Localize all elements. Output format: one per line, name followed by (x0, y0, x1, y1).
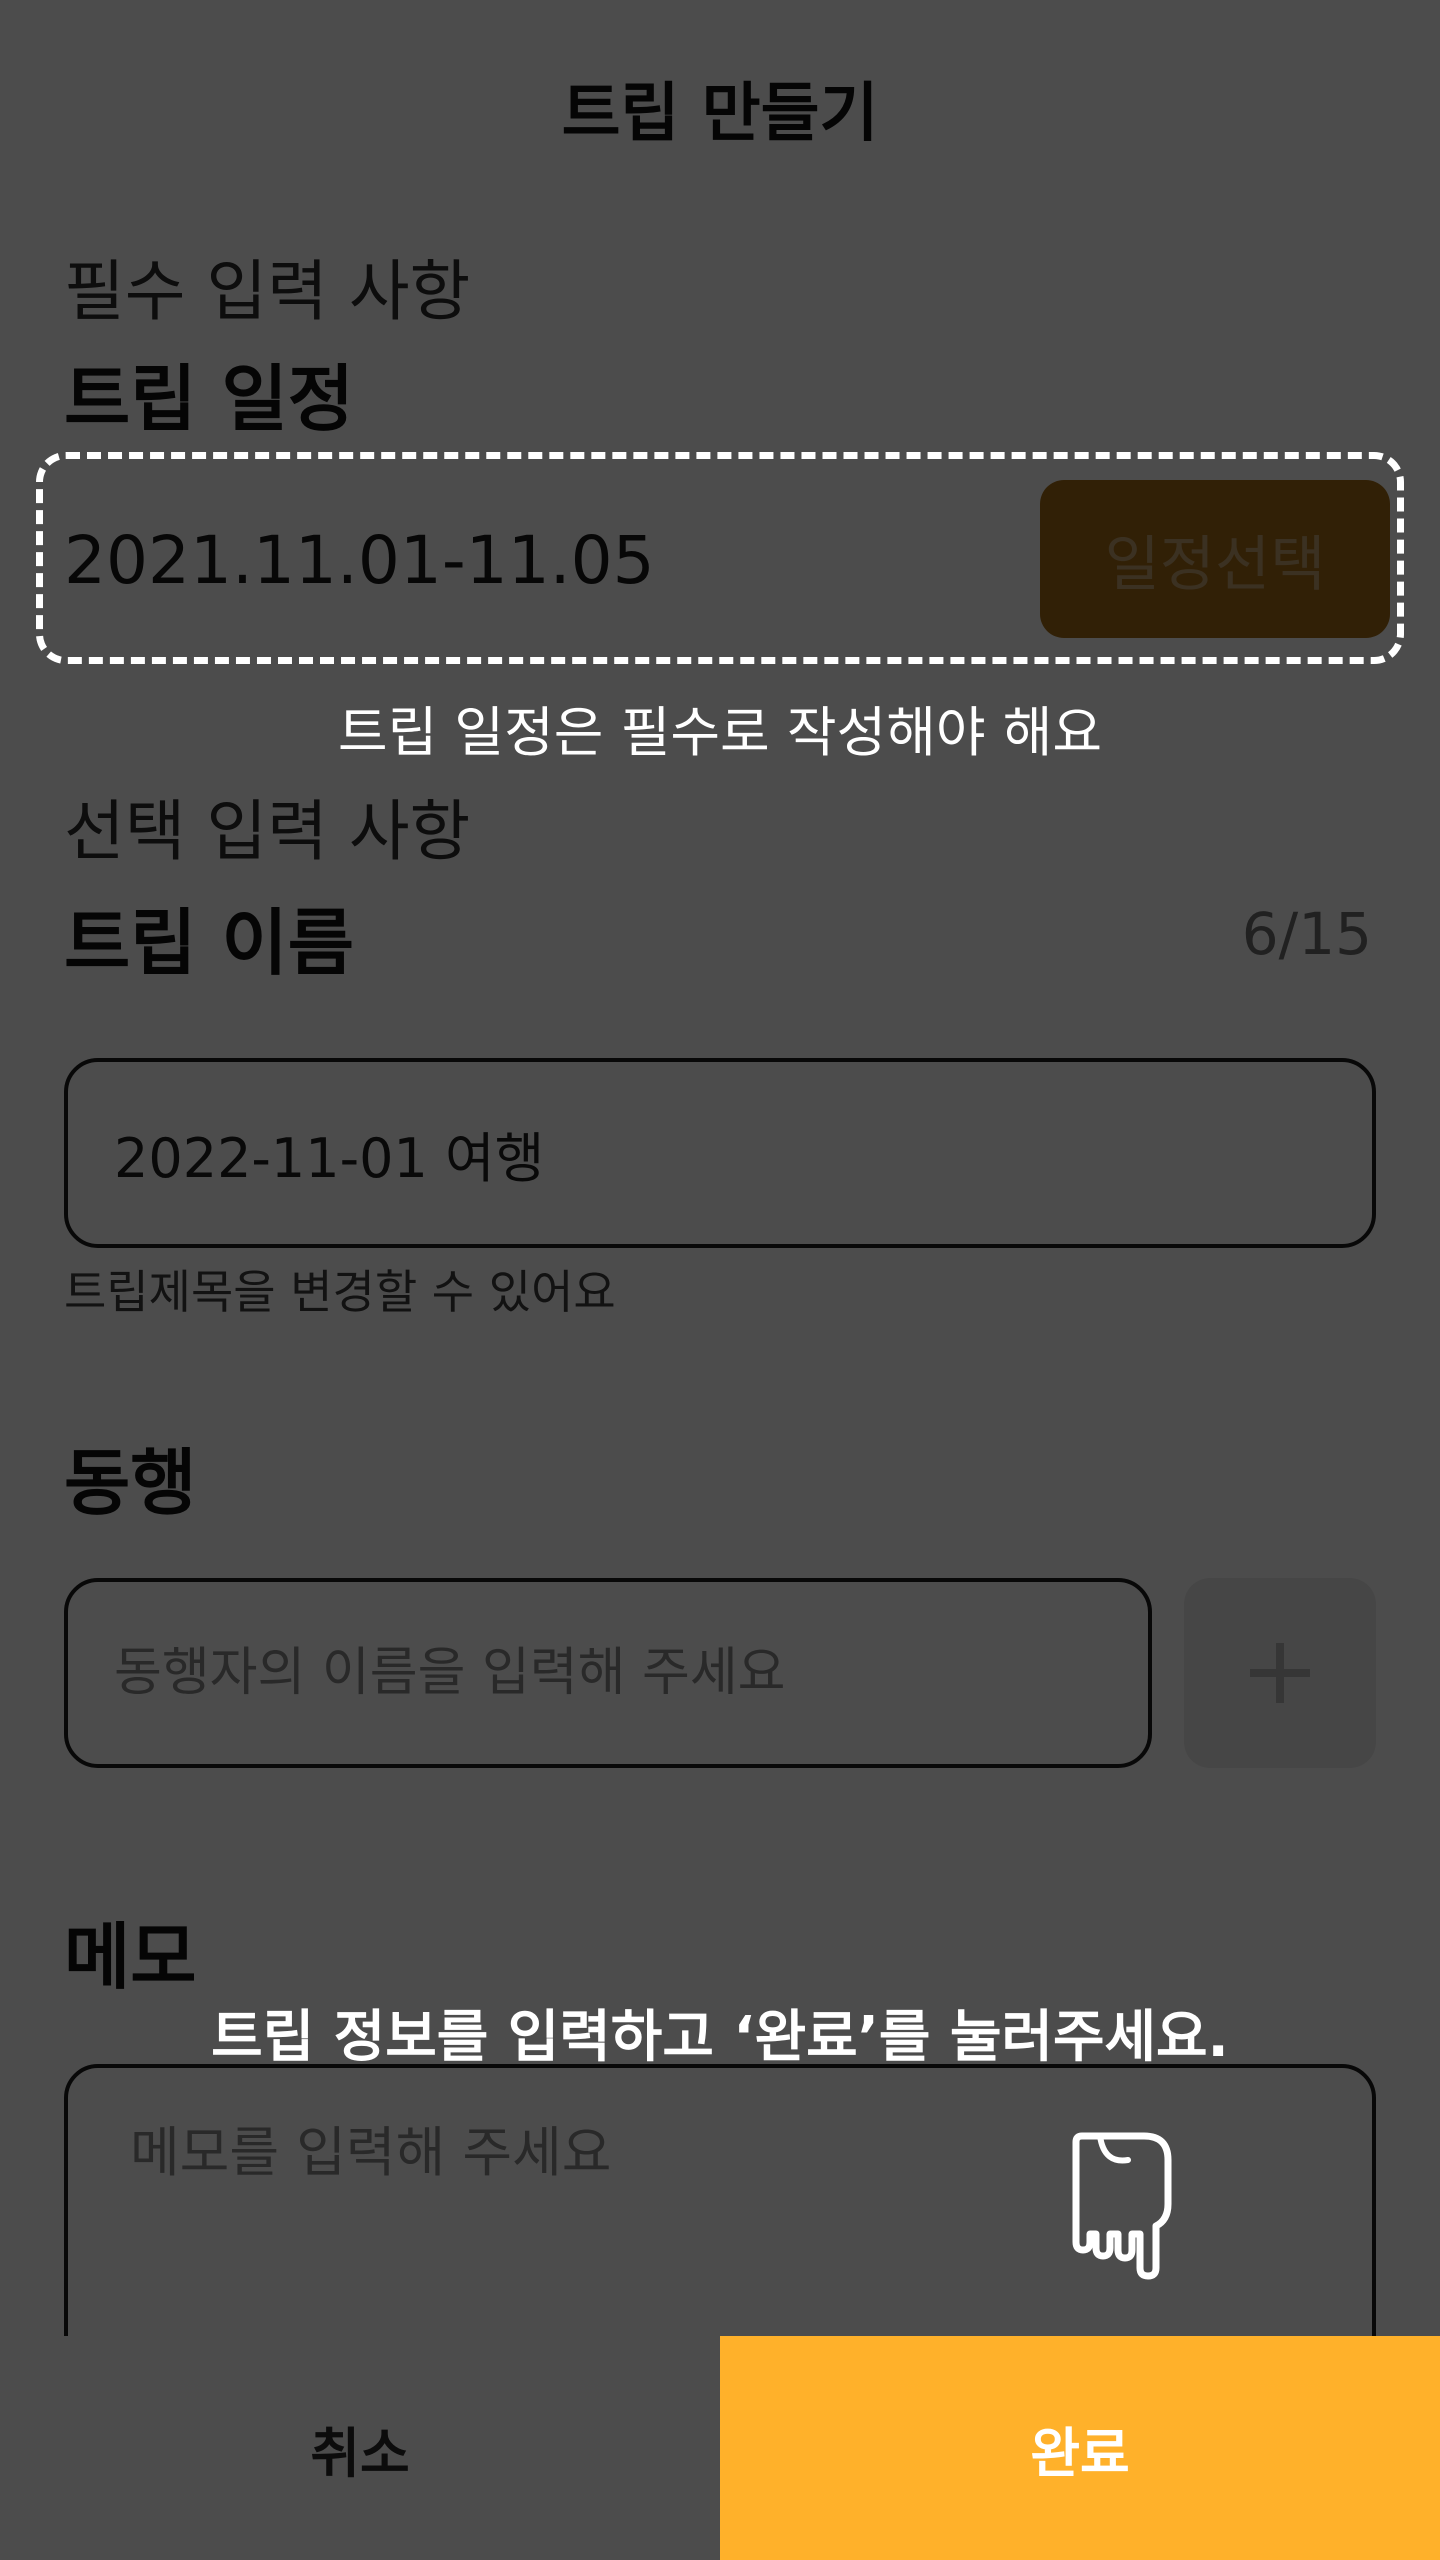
trip-schedule-heading: 트립 일정 (64, 357, 355, 441)
select-schedule-button[interactable]: 일정선택 (1040, 480, 1390, 638)
complete-instruction-coach-text: 트립 정보를 입력하고 ‘완료’를 눌러주세요. (211, 2005, 1229, 2070)
companion-heading: 동행 (64, 1441, 197, 1525)
trip-create-screen: 트립 만들기 필수 입력 사항 트립 일정 2021.11.01-11.05 일… (0, 0, 1440, 2560)
trip-date-range: 2021.11.01-11.05 (64, 522, 655, 599)
companion-name-input[interactable] (64, 1578, 1152, 1768)
add-companion-button[interactable] (1184, 1578, 1376, 1768)
schedule-required-coach-text: 트립 일정은 필수로 작성해야 해요 (337, 701, 1103, 764)
done-button[interactable]: 완료 (720, 2336, 1440, 2560)
cancel-button[interactable]: 취소 (0, 2336, 720, 2560)
trip-schedule-row: 2021.11.01-11.05 일정선택 (36, 452, 1404, 664)
trip-name-char-counter: 6/15 (1241, 900, 1372, 968)
pointing-hand-icon (1072, 2132, 1172, 2280)
memo-heading: 메모 (64, 1915, 197, 1999)
optional-section-caption: 선택 입력 사항 (64, 793, 471, 870)
plus-icon (1250, 1643, 1310, 1703)
bottom-action-bar: 취소 완료 (0, 2336, 1440, 2560)
page-title: 트립 만들기 (561, 77, 879, 151)
trip-name-heading: 트립 이름 (64, 901, 355, 985)
required-section-caption: 필수 입력 사항 (64, 253, 471, 330)
trip-name-input[interactable] (64, 1058, 1376, 1248)
trip-name-hint: 트립제목을 변경할 수 있어요 (64, 1265, 616, 1319)
